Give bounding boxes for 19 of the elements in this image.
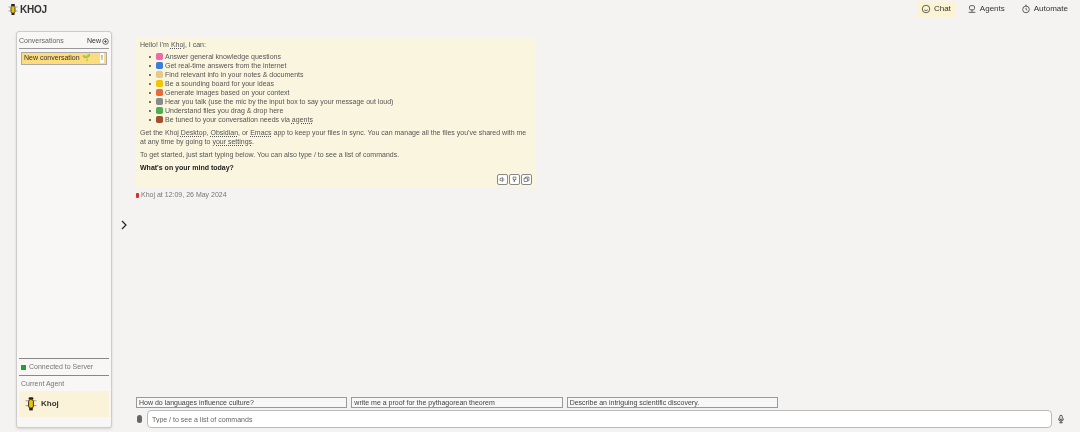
agent-card[interactable]: Khoj [19, 391, 109, 417]
copy-button[interactable] [521, 174, 532, 185]
chevron-right-icon[interactable] [121, 220, 127, 230]
speaker-icon [499, 176, 506, 183]
microphone-icon[interactable] [1056, 414, 1066, 424]
clock-icon [1020, 4, 1031, 14]
agent-name: Khoj [41, 398, 59, 410]
app-logo-text: KHOJ [20, 2, 47, 17]
plus-circle-icon [102, 37, 109, 45]
nav-tab[interactable]: Automate [1016, 1, 1072, 17]
smiley-chat-icon [920, 4, 931, 14]
speaker-button[interactable] [497, 174, 508, 185]
nav-tab[interactable]: Chat [916, 1, 955, 17]
lamp-logo-icon [25, 396, 37, 412]
paperclip-icon[interactable] [136, 414, 143, 424]
copy-icon [523, 176, 530, 183]
robot-icon [966, 4, 977, 14]
lamp-logo-icon [8, 2, 18, 16]
nav-tab[interactable]: Agents [962, 1, 1009, 17]
